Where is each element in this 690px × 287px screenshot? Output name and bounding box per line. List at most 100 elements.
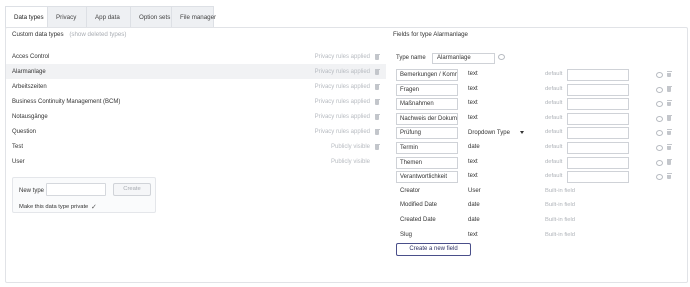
type-row-notausgaenge[interactable]: Notausgänge Privacy rules applied — [6, 109, 386, 124]
trash-icon[interactable] — [666, 129, 672, 136]
field-type: Dropdown Type — [468, 130, 510, 137]
default-value-input[interactable] — [567, 142, 629, 154]
default-value-input[interactable] — [567, 112, 629, 125]
privacy-status: Publicly visible — [330, 158, 370, 165]
type-row-question[interactable]: Question Privacy rules applied — [6, 124, 386, 139]
privacy-status: Privacy rules applied — [314, 113, 370, 120]
trash-icon[interactable] — [374, 113, 380, 120]
trash-icon[interactable] — [666, 114, 672, 121]
comment-bubble-icon[interactable] — [498, 54, 505, 60]
make-private-checkbox[interactable]: ✓ — [91, 203, 97, 211]
type-row-acces-control[interactable]: Acces Control Privacy rules applied — [6, 49, 386, 64]
field-type: text — [468, 231, 478, 238]
create-type-button[interactable]: Create — [113, 183, 151, 196]
field-row: Slug text Built-in field — [396, 230, 686, 244]
tab-bar: Data types Privacy App data Option sets … — [5, 6, 216, 28]
field-name-input[interactable]: Maßnahmen — [396, 98, 458, 111]
type-name: Notausgänge — [12, 113, 48, 120]
comment-bubble-icon[interactable] — [656, 101, 663, 108]
default-value-input[interactable] — [567, 156, 629, 169]
field-row: Bemerkungen / Kommentare text default — [396, 69, 686, 83]
default-value-input[interactable] — [567, 69, 629, 81]
field-type: text — [468, 114, 478, 121]
privacy-status: Privacy rules applied — [314, 68, 370, 75]
tab-privacy[interactable]: Privacy — [47, 6, 87, 28]
type-name: Test — [12, 143, 24, 150]
field-name-input[interactable]: Nachweis der Dokumentation — [396, 112, 458, 125]
field-type: text — [468, 71, 478, 77]
type-row-arbeitszeiten[interactable]: Arbeitszeiten Privacy rules applied — [6, 79, 386, 94]
trash-icon[interactable] — [666, 158, 672, 165]
field-row: Themen text default — [396, 156, 686, 171]
field-type: date — [468, 217, 480, 223]
field-row: Prüfung Dropdown Type default — [396, 127, 686, 141]
default-value-input[interactable] — [567, 98, 629, 111]
comment-bubble-icon[interactable] — [656, 86, 663, 93]
default-value-input[interactable] — [567, 171, 629, 184]
new-type-label: New type — [19, 188, 45, 194]
type-row-alarmanlage[interactable]: Alarmanlage Privacy rules applied — [6, 64, 386, 79]
field-row: Verantwortlichkeit text default — [396, 171, 686, 185]
comment-bubble-icon[interactable] — [656, 145, 663, 151]
field-name-input[interactable]: Termin — [396, 142, 458, 154]
default-label: default — [545, 114, 563, 121]
trash-icon[interactable] — [374, 98, 380, 105]
field-type: text — [468, 85, 478, 92]
type-name-input[interactable]: Alarmanlage — [432, 53, 495, 64]
tab-option-sets[interactable]: Option sets — [130, 6, 172, 28]
custom-types-heading: Custom data types (show deleted types) — [12, 31, 126, 38]
trash-icon[interactable] — [666, 173, 672, 180]
built-in-label: Built-in field — [545, 231, 575, 238]
field-row: Created Date date Built-in field — [396, 215, 686, 229]
default-label: default — [545, 71, 563, 77]
default-value-input[interactable] — [567, 127, 629, 140]
trash-icon[interactable] — [666, 100, 672, 107]
field-type-select[interactable]: Dropdown Type — [468, 127, 528, 139]
privacy-status: Publicly visible — [330, 143, 370, 150]
type-name: Alarmanlage — [12, 68, 46, 75]
field-row: Nachweis der Dokumentation text default — [396, 112, 686, 127]
field-name: Created Date — [400, 217, 436, 223]
trash-icon[interactable] — [666, 85, 672, 92]
field-name-input[interactable]: Bemerkungen / Kommentare — [396, 69, 458, 81]
built-in-label: Built-in field — [545, 202, 575, 209]
create-new-field-button[interactable]: Create a new field — [396, 243, 471, 256]
default-label: default — [545, 129, 563, 136]
new-type-input[interactable] — [46, 183, 106, 196]
trash-icon[interactable] — [374, 68, 380, 75]
comment-bubble-icon[interactable] — [656, 159, 663, 166]
privacy-status: Privacy rules applied — [314, 98, 370, 105]
trash-icon[interactable] — [374, 128, 380, 135]
field-name-input[interactable]: Fragen — [396, 83, 458, 96]
comment-bubble-icon[interactable] — [656, 115, 663, 122]
trash-icon[interactable] — [666, 144, 672, 150]
default-label: default — [545, 100, 563, 107]
trash-icon[interactable] — [666, 71, 672, 77]
trash-icon[interactable] — [374, 83, 380, 90]
type-name-label: Type name — [396, 55, 426, 61]
type-row-user[interactable]: User Publicly visible — [6, 154, 386, 169]
default-value-input[interactable] — [567, 83, 629, 96]
comment-bubble-icon[interactable] — [656, 72, 663, 78]
default-label: default — [545, 85, 563, 92]
type-name: Arbeitszeiten — [12, 83, 47, 90]
default-label: default — [545, 158, 563, 165]
privacy-status: Privacy rules applied — [314, 83, 370, 90]
field-row: Creator User Built-in field — [396, 186, 686, 200]
comment-bubble-icon[interactable] — [656, 174, 663, 181]
field-name-input[interactable]: Verantwortlichkeit — [396, 171, 458, 184]
trash-icon[interactable] — [374, 53, 380, 60]
type-row-bcm[interactable]: Business Continuity Management (BCM) Pri… — [6, 94, 386, 109]
comment-bubble-icon[interactable] — [656, 130, 663, 137]
field-name: Creator — [400, 187, 421, 194]
field-type: date — [468, 202, 480, 209]
show-deleted-types-link[interactable]: (show deleted types) — [69, 31, 126, 38]
tab-app-data[interactable]: App data — [86, 6, 131, 28]
field-name: Modified Date — [400, 202, 438, 209]
field-name-input[interactable]: Prüfung — [396, 127, 458, 140]
tab-data-types[interactable]: Data types — [5, 6, 48, 28]
trash-icon[interactable] — [374, 143, 380, 150]
tab-file-manager[interactable]: File manager — [171, 6, 216, 28]
type-row-test[interactable]: Test Publicly visible — [6, 139, 386, 154]
field-name-input[interactable]: Themen — [396, 156, 458, 169]
